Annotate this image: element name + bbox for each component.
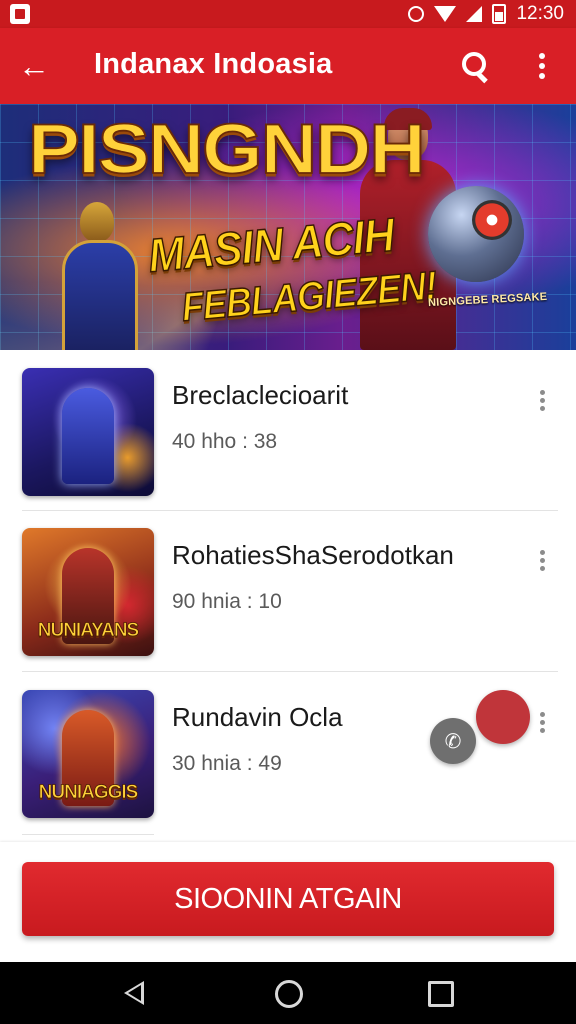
floating-record-button[interactable] xyxy=(476,690,530,744)
wifi-icon xyxy=(434,6,457,22)
app-notification-icon xyxy=(10,4,30,24)
divider xyxy=(22,834,154,835)
game-title: Rundavin Ocla xyxy=(172,702,343,732)
orb-image xyxy=(428,186,524,282)
bottom-action-area: SIOONIN ATGAIN xyxy=(0,842,576,962)
game-meta: 30 hnia : 49 xyxy=(172,752,282,775)
game-meta: 40 hho : 38 xyxy=(172,430,278,453)
primary-action-button[interactable]: SIOONIN ATGAIN xyxy=(22,862,554,936)
alarm-icon xyxy=(408,6,425,22)
game-title: RohatiesShaSerodotkan xyxy=(172,540,454,570)
game-title: Breclaclecioarit xyxy=(172,380,349,410)
nav-home-icon[interactable] xyxy=(275,980,303,1008)
thumbnail-caption: NUNIAYANS xyxy=(37,620,139,642)
banner-title: PISNGNDH xyxy=(27,108,427,189)
app-bar: ← Indanax Indoasia xyxy=(0,28,576,104)
status-icons: 12:30 xyxy=(408,0,564,28)
list-item[interactable]: NUNIAYANS RohatiesShaSerodotkan 90 hnia … xyxy=(0,522,576,682)
item-overflow-menu-icon[interactable] xyxy=(530,540,554,580)
status-time: 12:30 xyxy=(516,3,564,24)
status-bar: 12:30 xyxy=(0,0,576,28)
signal-icon xyxy=(466,6,483,22)
game-thumbnail[interactable]: NUNIAYANS xyxy=(22,528,154,656)
nav-back-icon[interactable] xyxy=(124,981,144,1005)
floating-phone-icon[interactable]: ✆ xyxy=(430,718,476,764)
nav-recents-icon[interactable] xyxy=(428,981,454,1007)
battery-icon xyxy=(492,4,507,24)
hero-left-image xyxy=(52,196,142,350)
thumbnail-caption: NUNIAGGIS xyxy=(38,782,138,804)
item-overflow-menu-icon[interactable] xyxy=(530,702,554,742)
game-thumbnail[interactable]: NUNIAGGIS xyxy=(22,690,154,818)
divider xyxy=(22,671,558,672)
promo-banner[interactable]: PISNGNDH MASIN ACIH FEBLAGIEZEN! NIGNGEB… xyxy=(0,104,576,350)
game-list: Breclaclecioarit 40 hho : 38 NUNIAYANS R… xyxy=(0,350,576,842)
back-arrow-icon[interactable]: ← xyxy=(14,46,54,86)
list-item[interactable]: Breclaclecioarit 40 hho : 38 xyxy=(0,362,576,522)
overflow-menu-icon[interactable] xyxy=(522,46,562,86)
game-thumbnail[interactable] xyxy=(22,368,154,496)
item-overflow-menu-icon[interactable] xyxy=(530,380,554,420)
search-icon[interactable] xyxy=(454,46,494,86)
app-title: Indanax Indoasia xyxy=(94,48,333,80)
game-meta: 90 hnia : 10 xyxy=(172,590,282,613)
system-nav-bar xyxy=(0,962,576,1024)
divider xyxy=(22,510,558,511)
